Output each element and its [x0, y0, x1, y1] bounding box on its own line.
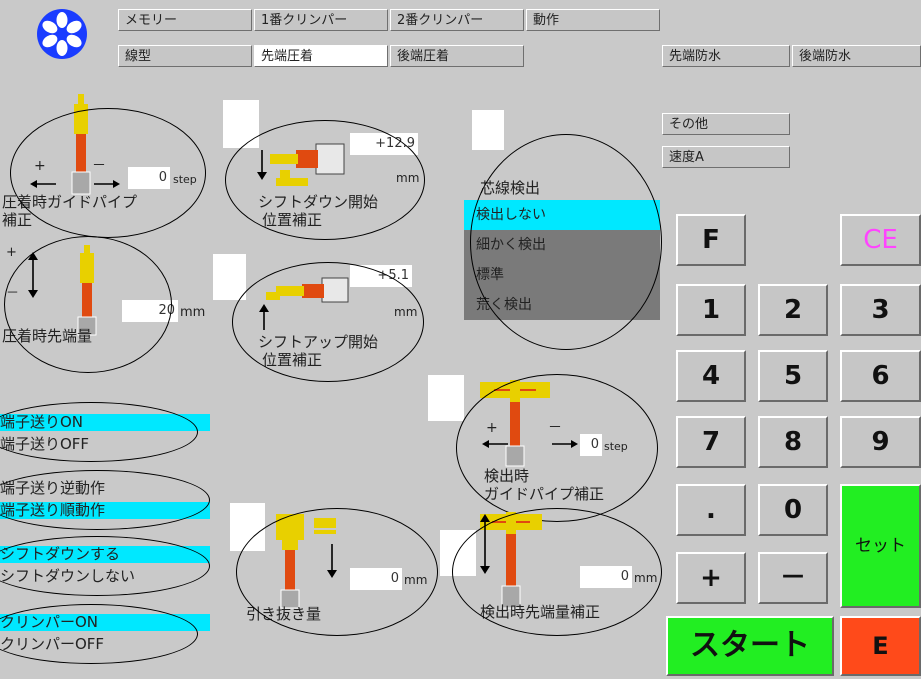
crimp-tip-unit: mm: [180, 305, 206, 320]
detect-tip-outline: [452, 508, 662, 636]
shift-down-toggle-outline: [0, 536, 210, 596]
key-0[interactable]: 0: [758, 484, 828, 536]
tab-rear-waterproof[interactable]: 後端防水: [792, 45, 921, 67]
terminal-feed-outline: [0, 402, 198, 462]
crimp-tip-outline: [4, 236, 172, 373]
key-ce[interactable]: CE: [840, 214, 921, 266]
detect-guide-outline: [456, 374, 658, 522]
key-8[interactable]: 8: [758, 416, 828, 468]
key-1[interactable]: 1: [676, 284, 746, 336]
shift-down-outline: [225, 120, 425, 240]
feed-direction-outline: [0, 470, 210, 530]
key-5[interactable]: 5: [758, 350, 828, 402]
key-6[interactable]: 6: [840, 350, 921, 402]
key-plus[interactable]: +: [676, 552, 746, 604]
tab-crimper-1[interactable]: 1番クリンパー: [254, 9, 388, 31]
key-7[interactable]: 7: [676, 416, 746, 468]
pull-out-outline: [236, 508, 438, 636]
tab-memory[interactable]: メモリー: [118, 9, 252, 31]
fan-logo-icon: [37, 9, 87, 59]
crimp-guide-outline: [10, 108, 206, 238]
tab-rear-crimp[interactable]: 後端圧着: [390, 45, 524, 67]
setup-screen: { "top_tabs": { "row1": ["メモリー", "1番クリンパ…: [0, 0, 921, 679]
detect-guide-checkbox[interactable]: [428, 375, 464, 421]
key-dot[interactable]: .: [676, 484, 746, 536]
key-9[interactable]: 9: [840, 416, 921, 468]
set-button[interactable]: セット: [840, 484, 921, 608]
key-4[interactable]: 4: [676, 350, 746, 402]
shift-up-outline: [232, 262, 424, 382]
core-detect-outline: [470, 134, 662, 350]
speed-a-button[interactable]: 速度A: [662, 146, 790, 168]
key-e[interactable]: E: [840, 616, 921, 676]
crimp-guide-label-2: 補正: [2, 211, 33, 229]
shift-up-checkbox[interactable]: [213, 254, 246, 300]
key-f[interactable]: F: [676, 214, 746, 266]
core-detect-checkbox[interactable]: [472, 110, 504, 150]
crimper-outline: [0, 604, 198, 664]
tab-wire-type[interactable]: 線型: [118, 45, 252, 67]
tab-front-crimp[interactable]: 先端圧着: [254, 45, 388, 67]
key-3[interactable]: 3: [840, 284, 921, 336]
tab-crimper-2[interactable]: 2番クリンパー: [390, 9, 524, 31]
crimp-tip-plus: +: [6, 245, 17, 260]
start-button[interactable]: スタート: [666, 616, 834, 676]
key-minus[interactable]: －: [758, 552, 828, 604]
key-2[interactable]: 2: [758, 284, 828, 336]
other-button[interactable]: その他: [662, 113, 790, 135]
tab-operation[interactable]: 動作: [526, 9, 660, 31]
tab-front-waterproof[interactable]: 先端防水: [662, 45, 790, 67]
